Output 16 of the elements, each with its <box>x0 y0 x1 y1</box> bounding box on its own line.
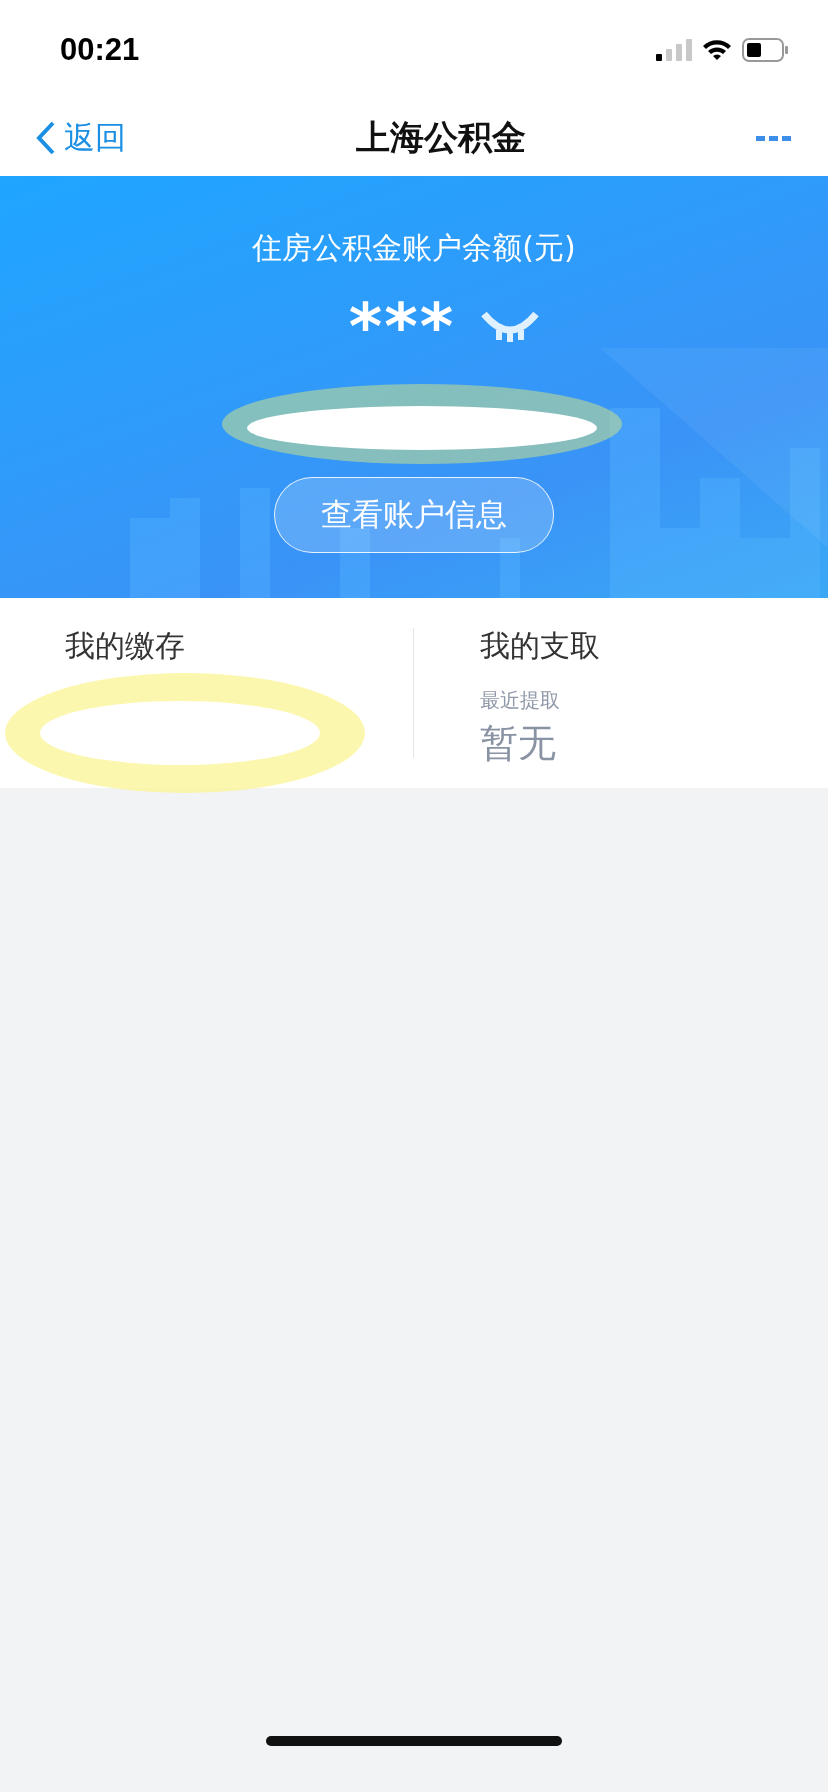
balance-value: *** <box>348 295 456 359</box>
more-icon[interactable] <box>756 134 792 142</box>
card-title: 我的缴存 <box>65 627 186 665</box>
view-account-button[interactable]: 查看账户信息 <box>274 477 554 553</box>
status-time: 00:21 <box>60 32 140 68</box>
balance-label: 住房公积金账户余额(元) <box>252 229 576 267</box>
signal-icon <box>656 39 692 61</box>
card-subtitle: 最近提取 <box>480 687 561 714</box>
card-title: 我的支取 <box>480 627 601 665</box>
back-button[interactable]: 返回 <box>36 117 126 159</box>
page-title: 上海公积金 <box>356 116 526 159</box>
wifi-icon <box>702 39 732 61</box>
closed-eye-icon[interactable] <box>481 310 540 344</box>
battery-icon <box>742 38 788 62</box>
chevron-left-icon[interactable] <box>36 121 56 155</box>
card-value: 暂无 <box>480 720 557 767</box>
